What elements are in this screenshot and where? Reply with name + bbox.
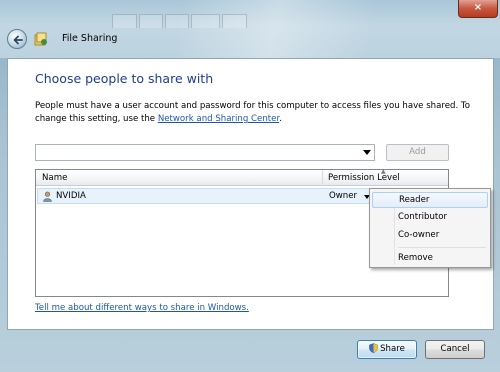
- title-bar: [0, 0, 500, 58]
- add-button: Add: [386, 144, 449, 161]
- menu-separator: [398, 247, 486, 248]
- back-arrow-icon: [13, 35, 23, 45]
- background-tab: [165, 14, 189, 28]
- permission-context-menu: Reader Contributor Co-owner Remove: [369, 188, 491, 268]
- background-tab: [112, 14, 138, 28]
- list-header: Name ▲ Permission Level: [36, 168, 448, 186]
- menu-item-co-owner[interactable]: Co-owner: [372, 228, 488, 244]
- file-sharing-icon: [34, 32, 48, 46]
- menu-item-contributor[interactable]: Contributor: [372, 210, 488, 226]
- cancel-button[interactable]: Cancel: [425, 340, 485, 359]
- background-tab: [139, 14, 163, 28]
- column-permission-header[interactable]: Permission Level: [328, 173, 400, 183]
- page-heading: Choose people to share with: [35, 71, 214, 86]
- background-window-tabs: [112, 14, 248, 28]
- window-title: File Sharing: [62, 33, 118, 44]
- description-text: People must have a user account and pass…: [35, 101, 470, 124]
- background-tab: [221, 14, 248, 28]
- column-name-header[interactable]: Name: [42, 173, 67, 183]
- user-name-combobox[interactable]: [35, 144, 375, 161]
- menu-item-reader[interactable]: Reader: [372, 192, 488, 208]
- close-button[interactable]: ×: [458, 0, 498, 18]
- back-button[interactable]: [7, 29, 27, 49]
- background-tab: [190, 14, 220, 28]
- chevron-down-icon[interactable]: [363, 150, 371, 155]
- user-icon: [43, 191, 52, 202]
- row-user-name: NVIDIA: [56, 191, 86, 201]
- row-permission-dropdown[interactable]: Owner: [329, 191, 357, 201]
- uac-shield-icon: [369, 343, 378, 353]
- share-button[interactable]: Share: [357, 340, 417, 359]
- glass-reflection: [180, 0, 500, 58]
- column-divider[interactable]: [322, 170, 323, 186]
- sharing-help-link[interactable]: Tell me about different ways to share in…: [35, 303, 249, 313]
- network-sharing-center-link[interactable]: Network and Sharing Center: [158, 114, 279, 124]
- menu-item-remove[interactable]: Remove: [372, 251, 488, 267]
- close-icon: ×: [473, 2, 483, 13]
